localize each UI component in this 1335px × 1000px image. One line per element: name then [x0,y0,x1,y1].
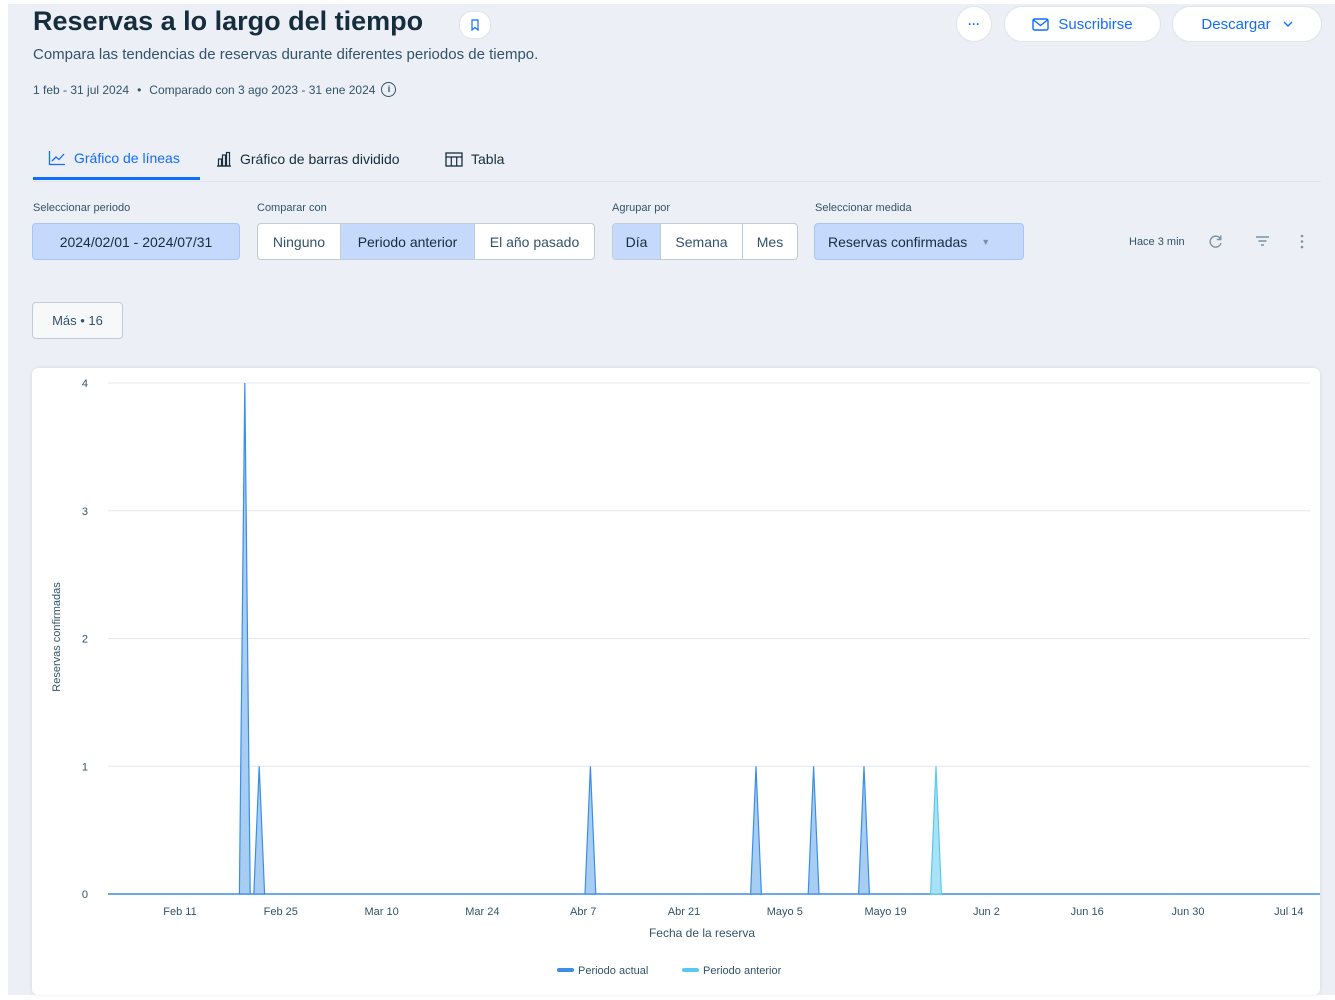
x-tick-label: Mayo 5 [767,906,803,918]
refresh-icon [1209,234,1222,248]
series-1 [929,766,943,895]
envelope-icon [1032,17,1050,31]
x-tick-label: Abr 21 [668,906,700,918]
x-tick-label: Mayo 19 [864,906,906,918]
x-tick-label: Abr 7 [570,906,596,918]
x-tick-label: Jun 16 [1071,906,1104,918]
x-tick-label: Mar 24 [465,906,499,918]
period-selector[interactable]: 2024/02/01 - 2024/07/31 [32,223,240,260]
dropdown-caret-icon: ▼ [981,236,991,247]
x-tick-label: Feb 25 [264,906,298,918]
date-range-summary: 1 feb - 31 jul 2024 • Comparado con 3 ag… [33,82,397,97]
data-peak[interactable] [929,766,943,895]
x-tick-label: Jun 2 [973,906,1000,918]
refresh-button[interactable] [1204,230,1226,252]
more-icon: ··· [968,17,980,31]
x-tick-label: Feb 11 [163,906,196,918]
x-tick-label: Jul 14 [1274,906,1303,918]
info-icon[interactable]: i [381,82,397,97]
chart-type-tabs: Gráfico de líneas Gráfico de barras divi… [33,138,1321,182]
x-axis-title: Fecha de la reserva [649,926,755,940]
compare-segmented-control: Ninguno Periodo anterior El año pasado [257,223,595,260]
y-tick-label: 3 [82,506,88,518]
tab-table-label: Tabla [471,151,505,167]
compare-option-last-year[interactable]: El año pasado [475,224,594,259]
bar-chart-icon [217,151,231,167]
compare-label: Comparar con [257,202,327,214]
legend-label-current[interactable]: Periodo actual [578,965,648,977]
compare-option-previous-period[interactable]: Periodo anterior [341,224,475,259]
measure-dropdown[interactable]: Reservas confirmadas ▼ [814,223,1024,260]
group-option-month[interactable]: Mes [743,224,797,259]
tab-split-bar-chart[interactable]: Gráfico de barras dividido [216,138,431,180]
y-tick-label: 0 [82,889,88,901]
y-tick-label: 1 [82,761,88,773]
bookmark-button[interactable] [459,11,491,39]
subscribe-button[interactable]: Suscribirse [1004,6,1161,42]
group-option-day[interactable]: Día [613,224,661,259]
data-peak[interactable] [584,766,597,895]
chart-card: 0 1 2 3 4 Feb 11 Feb 25 Mar 10 Mar 24 Abr 7 Abr 2… [32,368,1335,995]
measure-value: Reservas confirmadas [828,233,968,250]
group-option-week[interactable]: Semana [661,224,743,259]
data-peak[interactable] [749,766,763,895]
period-label: Seleccionar periodo [33,202,131,214]
group-by-segmented-control: Día Semana Mes [612,223,798,260]
measure-label: Seleccionar medida [815,202,912,214]
kebab-menu-button[interactable] [1291,230,1313,252]
line-chart: 0 1 2 3 4 Feb 11 Feb 25 Mar 10 Mar 24 Abr 7 Abr 2… [51,378,1335,977]
download-label: Descargar [1201,15,1271,33]
separator-dot: • [137,82,142,97]
chart-legend: Periodo actual Periodo anterior [557,965,782,977]
tab-line-chart[interactable]: Gráfico de líneas [33,138,200,180]
page-title: Reservas a lo largo del tiempo [33,6,424,36]
y-tick-label: 4 [82,378,88,390]
date-range-text: 1 feb - 31 jul 2024 [33,82,130,97]
more-actions-button[interactable]: ··· [956,6,992,42]
page-subtitle: Compara las tendencias de reservas duran… [33,46,539,63]
filter-icon [1255,236,1269,246]
data-peak[interactable] [857,766,871,895]
tab-table[interactable]: Tabla [445,138,525,180]
y-tick-label: 2 [82,634,88,646]
compare-option-none[interactable]: Ninguno [258,224,341,259]
compared-range-text: Comparado con 3 ago 2023 - 31 ene 2024 [149,82,376,97]
filter-button[interactable] [1251,230,1273,252]
bookmark-icon [471,19,479,31]
data-peak[interactable] [807,766,820,895]
tab-line-chart-label: Gráfico de líneas [74,149,180,166]
more-filters-button[interactable]: Más • 16 [32,302,123,339]
x-tick-label: Jun 30 [1171,906,1204,918]
subscribe-label: Suscribirse [1058,15,1133,33]
data-peak[interactable] [253,766,266,895]
legend-swatch-current [557,968,574,972]
legend-label-previous[interactable]: Periodo anterior [703,965,782,977]
line-chart-icon [48,150,65,165]
tab-split-bar-chart-label: Gráfico de barras dividido [240,151,400,167]
chevron-down-icon [1283,21,1293,27]
y-axis-title: Reservas confirmadas [51,582,63,692]
table-icon [445,151,463,167]
group-by-label: Agrupar por [612,202,671,214]
legend-swatch-previous [682,968,699,972]
download-button[interactable]: Descargar [1172,6,1322,42]
kebab-icon [1300,234,1304,248]
x-tick-label: Mar 10 [364,906,398,918]
last-updated-text: Hace 3 min [1129,236,1185,248]
